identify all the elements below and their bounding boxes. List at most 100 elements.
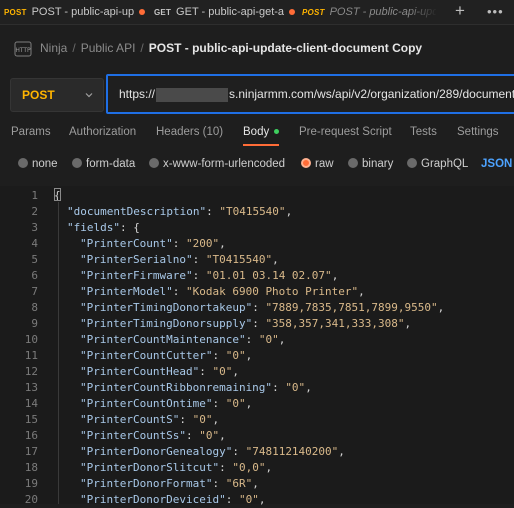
url-text: https:// s.ninjarmm.com/ws/api/v2/organiz… xyxy=(119,76,514,112)
radio-urlencoded[interactable]: x-www-form-urlencoded xyxy=(149,153,285,175)
radio-raw[interactable]: raw xyxy=(301,153,334,175)
code-text: "fields": { xyxy=(67,220,140,236)
tab-params[interactable]: Params xyxy=(11,120,51,144)
request-tab-2[interactable]: GET GET - public-api-get-a xyxy=(154,0,296,24)
tab-fade xyxy=(408,0,438,24)
tab-body[interactable]: Body xyxy=(243,120,280,146)
unsaved-dot-icon xyxy=(289,9,296,16)
json-key: "PrinterDonorSlitcut" xyxy=(80,461,220,474)
json-value: "0" xyxy=(225,349,246,362)
json-value: "0" xyxy=(238,493,259,506)
line-number: 8 xyxy=(31,301,38,314)
breadcrumb-collection[interactable]: Public API xyxy=(81,41,136,55)
line-number: 3 xyxy=(31,221,38,234)
tab-authorization[interactable]: Authorization xyxy=(69,120,136,144)
line-number: 6 xyxy=(31,269,38,282)
json-key: "PrinterCountSs" xyxy=(80,429,186,442)
json-value: "T0415540" xyxy=(219,205,286,218)
tab-settings[interactable]: Settings xyxy=(457,120,499,144)
chevron-down-icon xyxy=(85,93,93,98)
breadcrumb: HTTP Ninja / Public API / POST - public-api-… xyxy=(14,38,422,58)
json-key: "PrinterCountRibbonremaining" xyxy=(80,381,273,394)
line-number: 17 xyxy=(24,445,38,458)
radio-graphql[interactable]: GraphQL xyxy=(407,153,468,175)
json-key: "PrinterFirmware" xyxy=(80,269,193,282)
json-punct: : { xyxy=(119,221,140,234)
new-tab-button[interactable]: + xyxy=(455,0,465,24)
request-tab-1[interactable]: POST POST - public-api-up xyxy=(4,0,146,24)
unsaved-dot-icon xyxy=(139,9,146,16)
json-key: "PrinterCount" xyxy=(80,237,173,250)
json-key: "PrinterTimingDonorsupply" xyxy=(80,317,253,330)
radio-label: binary xyxy=(362,158,394,170)
line-number: 16 xyxy=(24,429,38,442)
line-number: 13 xyxy=(24,381,38,394)
radio-circle-icon xyxy=(407,157,417,168)
url-input[interactable]: https:// s.ninjarmm.com/ws/api/v2/organiz… xyxy=(106,74,514,114)
line-number: 18 xyxy=(24,461,38,474)
json-key: "documentDescription" xyxy=(67,205,207,218)
tab-label: GET - public-api-get-a xyxy=(176,6,285,18)
body-code-editor[interactable]: 1{2 "documentDescription": "T0415540", 3 "f… xyxy=(0,186,514,506)
line-number: 12 xyxy=(24,365,38,378)
tab-tests[interactable]: Tests xyxy=(410,120,437,144)
line-number: 1 xyxy=(31,189,38,202)
code-text: "PrinterSerialno": "T0415540", xyxy=(80,253,279,266)
tab-headers[interactable]: Headers (10) xyxy=(156,120,223,144)
line-number: 7 xyxy=(31,285,38,298)
radio-binary[interactable]: binary xyxy=(348,153,393,175)
format-dropdown[interactable]: JSON xyxy=(481,153,512,175)
breadcrumb-separator: / xyxy=(72,41,76,55)
code-text: "PrinterCount": "200", xyxy=(80,237,226,250)
code-text: "PrinterCountOntime": "0", xyxy=(80,397,253,410)
json-key: "PrinterDonorFormat" xyxy=(80,477,213,490)
json-key: "PrinterSerialno" xyxy=(80,253,193,266)
json-key: "fields" xyxy=(67,221,120,234)
json-key: "PrinterDonorDeviceid" xyxy=(80,493,226,506)
code-text: "PrinterCountHead": "0", xyxy=(80,365,239,378)
url-suffix: s.ninjarmm.com/ws/api/v2/organization/28… xyxy=(229,87,514,101)
json-value: "0" xyxy=(192,413,213,426)
line-number: 20 xyxy=(24,493,38,506)
indent-guide xyxy=(58,202,59,504)
line-number: 10 xyxy=(24,333,38,346)
request-title[interactable]: POST - public-api-update-client-document… xyxy=(149,41,422,55)
tab-body-label: Body xyxy=(243,126,270,138)
code-text: "PrinterDonorFormat": "6R", xyxy=(80,477,259,490)
code-text: "PrinterCountS": "0", xyxy=(80,413,220,426)
breadcrumb-separator: / xyxy=(140,41,144,55)
code-text: "PrinterDonorDeviceid": "0", xyxy=(80,493,266,506)
radio-form-data[interactable]: form-data xyxy=(72,153,135,175)
json-key: "PrinterCountOntime" xyxy=(80,397,213,410)
json-value: "01.01 03.14 02.07" xyxy=(205,269,332,282)
line-number: 2 xyxy=(31,205,38,218)
redacted-block xyxy=(156,87,229,102)
json-value: "0" xyxy=(285,381,306,394)
code-text: "PrinterCountSs": "0", xyxy=(80,429,226,442)
more-tabs-button[interactable]: ••• xyxy=(487,0,504,24)
radio-label: form-data xyxy=(86,158,136,170)
code-text: "PrinterTimingDonortakeup": "7889,7835,7… xyxy=(80,301,445,314)
json-key: "PrinterCountS" xyxy=(80,413,180,426)
breadcrumb-workspace[interactable]: Ninja xyxy=(40,41,67,55)
radio-circle-icon xyxy=(18,157,28,168)
radio-selected-icon xyxy=(301,157,311,168)
line-number: 19 xyxy=(24,477,38,490)
http-request-icon: HTTP xyxy=(14,41,32,57)
tab-prerequest-script[interactable]: Pre-request Script xyxy=(299,120,392,144)
json-key: "PrinterDonorGenealogy" xyxy=(80,445,233,458)
code-text: "PrinterFirmware": "01.01 03.14 02.07", xyxy=(80,269,339,282)
svg-text:HTTP: HTTP xyxy=(15,47,31,54)
radio-label: none xyxy=(32,158,58,170)
line-number: 4 xyxy=(31,237,38,250)
radio-none[interactable]: none xyxy=(18,153,58,175)
json-key: "PrinterCountCutter" xyxy=(80,349,213,362)
json-value: "748112140200" xyxy=(245,445,339,458)
json-key: "PrinterCountMaintenance" xyxy=(80,333,246,346)
json-value: "0" xyxy=(212,365,233,378)
line-number: 15 xyxy=(24,413,38,426)
tab-label: POST - public-api-up xyxy=(31,6,135,18)
method-dropdown[interactable]: POST xyxy=(10,78,104,112)
json-value: "6R" xyxy=(225,477,253,490)
body-type-selector: none form-data x-www-form-urlencoded raw… xyxy=(0,153,514,175)
